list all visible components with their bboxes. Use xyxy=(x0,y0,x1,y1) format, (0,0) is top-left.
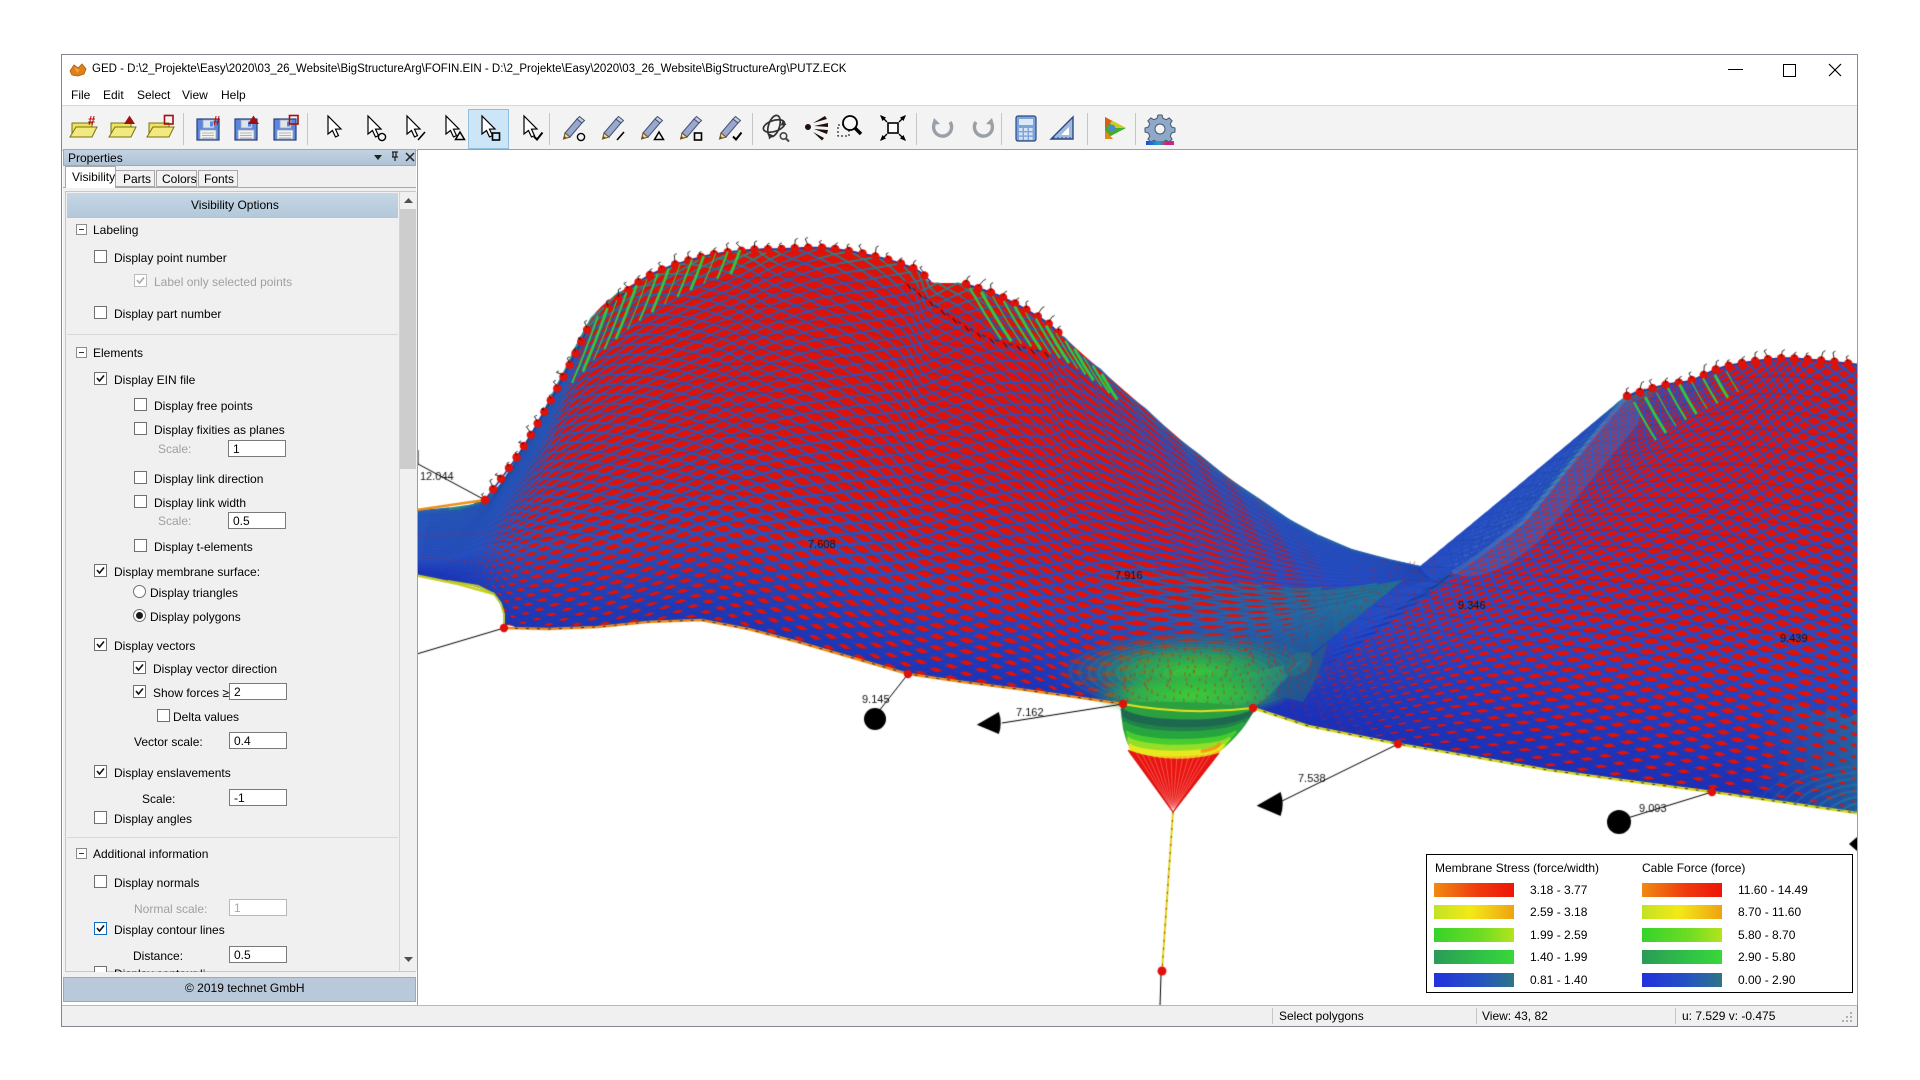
svg-text:#: # xyxy=(213,113,221,128)
svg-text:#: # xyxy=(88,113,96,128)
